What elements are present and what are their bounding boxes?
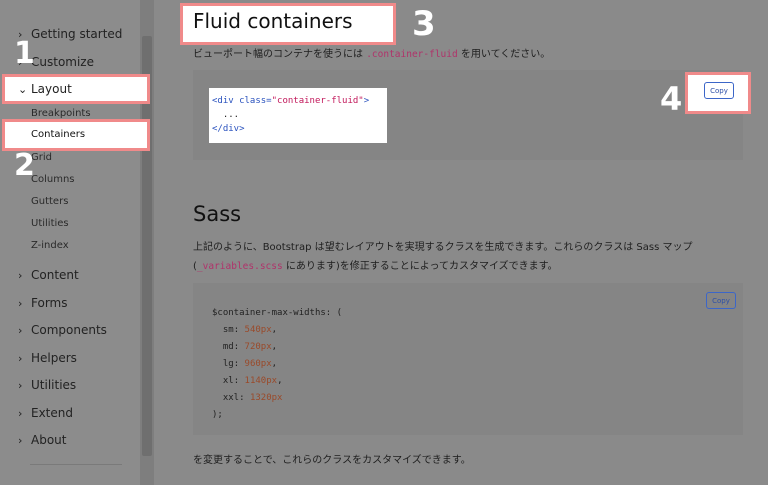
code2-row: lg: 960px, (222, 359, 278, 369)
annotation-2: 2 (14, 148, 35, 183)
sidebar-subitem-gutters[interactable]: Gutters (31, 196, 68, 207)
chevron-right-icon: › (18, 351, 23, 365)
annotation-4: 4 (660, 80, 683, 118)
chevron-right-icon: › (18, 406, 23, 420)
code-snippet-1: <div class="container-fluid"> ... </div> (209, 88, 387, 143)
chevron-right-icon: › (18, 433, 23, 447)
code2-row: md: 720px, (222, 342, 278, 352)
sidebar-subitem-z-index[interactable]: Z-index (31, 240, 69, 251)
sidebar-item-helpers[interactable]: › Helpers (18, 351, 77, 365)
code2-row: xxl: 1320px (222, 393, 283, 403)
sidebar-subitem-breakpoints[interactable]: Breakpoints (31, 108, 91, 119)
code2-close: ); (212, 410, 223, 420)
intro-before: ビューポート幅のコンテナを使うには (193, 49, 363, 60)
annotation-3: 3 (412, 4, 436, 44)
sidebar-item-label: Customize (31, 55, 94, 69)
sidebar-item-label: About (31, 433, 67, 447)
sidebar-item-label: Utilities (31, 378, 77, 392)
sidebar-item-label: Helpers (31, 351, 77, 365)
sidebar-item-content[interactable]: › Content (18, 268, 79, 282)
chevron-right-icon: › (18, 378, 23, 392)
sidebar-item-layout[interactable]: ⌄ Layout (18, 82, 72, 96)
intro-code: .container-fluid (366, 49, 458, 60)
sidebar-item-about[interactable]: › About (18, 433, 66, 447)
intro-text: ビューポート幅のコンテナを使うには .container-fluid を用いてく… (193, 45, 550, 60)
code2-line1: $container-max-widths: ( (212, 308, 343, 318)
sidebar-item-utilities[interactable]: › Utilities (18, 378, 76, 392)
code2-content: $container-max-widths: ( sm: 540px, md: … (212, 305, 342, 424)
sass-paragraph-line1: 上記のように、Bootstrap は望むレイアウトを実現するクラスを生成できます… (193, 242, 693, 253)
code2-row: sm: 540px, (222, 325, 278, 335)
chevron-down-icon: ⌄ (18, 82, 28, 96)
page-title: Fluid containers (193, 9, 353, 33)
code1-line3: </div> (212, 124, 245, 134)
annotation-1: 1 (14, 36, 35, 71)
sass-heading: Sass (193, 202, 242, 226)
sidebar-item-extend[interactable]: › Extend (18, 406, 73, 420)
copy-button-sass[interactable]: Copy (706, 292, 736, 309)
outro-text: を変更することで、これらのクラスをカスタマイズできます。 (193, 455, 471, 466)
sidebar-item-label: Layout (31, 82, 72, 96)
chevron-right-icon: › (18, 296, 23, 310)
intro-after: を用いてください。 (460, 49, 551, 60)
sidebar-item-label: Components (31, 323, 107, 337)
sidebar-item-label: Content (31, 268, 79, 282)
sidebar-subitem-utilities[interactable]: Utilities (31, 218, 69, 229)
code2-row: xl: 1140px, (222, 376, 283, 386)
sass-paragraph-line2: (_variables.scss にあります)を修正することによってカスタマイズ… (193, 261, 558, 272)
chevron-right-icon: › (18, 323, 23, 337)
copy-button[interactable]: Copy (704, 82, 734, 99)
sidebar-item-label: Getting started (31, 27, 123, 41)
code1-line2: ... (212, 110, 240, 120)
sidebar-subitem-containers[interactable]: Containers (31, 129, 85, 140)
sidebar-item-label: Forms (31, 296, 68, 310)
sidebar-divider (30, 464, 122, 465)
sidebar-item-label: Extend (31, 406, 73, 420)
code1-line1: <div class="container-fluid"> (212, 96, 370, 106)
sidebar-item-components[interactable]: › Components (18, 323, 107, 337)
chevron-right-icon: › (18, 268, 23, 282)
sidebar-item-forms[interactable]: › Forms (18, 296, 67, 310)
sidebar-subitem-columns[interactable]: Columns (31, 174, 75, 185)
sass-inline-code: _variables.scss (196, 261, 283, 272)
